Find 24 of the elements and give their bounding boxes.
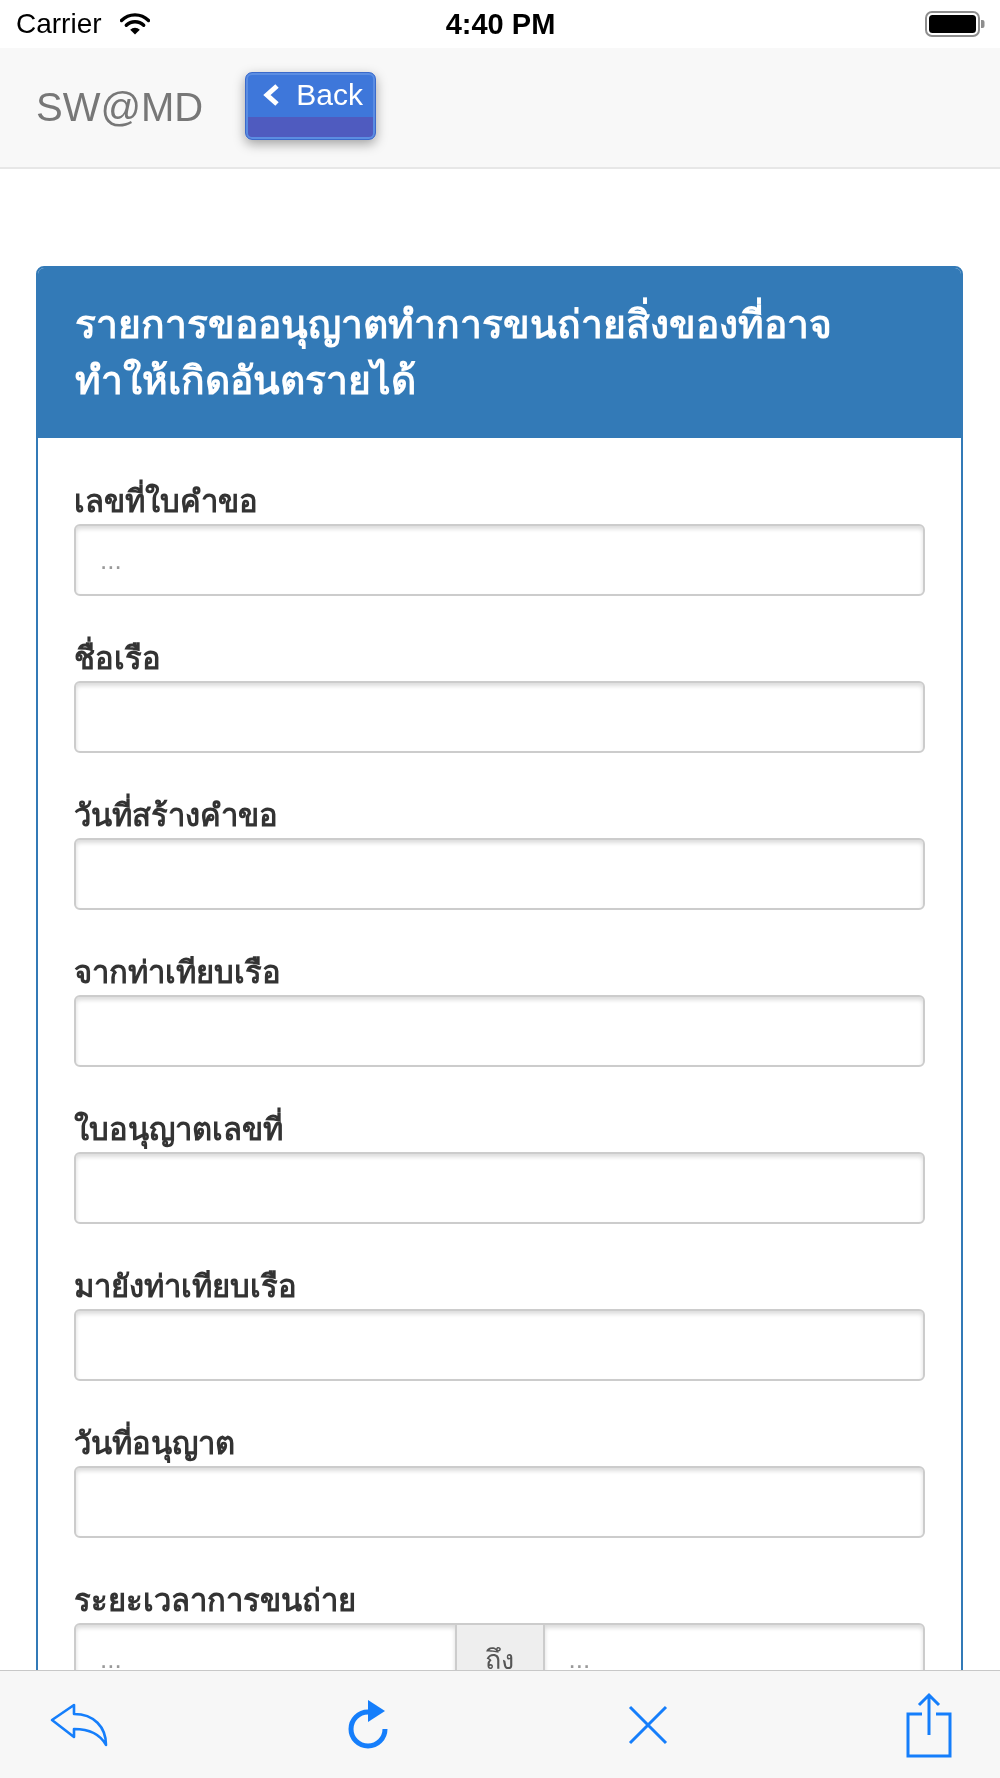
back-button[interactable]: Back xyxy=(245,71,376,140)
input-field[interactable] xyxy=(74,838,925,910)
field-label: มายังท่าเทียบเรือ xyxy=(74,1268,298,1306)
input-field[interactable] xyxy=(74,995,925,1067)
battery-icon xyxy=(925,11,985,37)
input-field[interactable] xyxy=(74,1309,925,1381)
reply-icon[interactable] xyxy=(50,1702,108,1747)
input-field[interactable]: ... xyxy=(74,1623,457,1670)
field-label: จากท่าเทียบเรือ xyxy=(74,954,282,992)
carrier-name: Carrier xyxy=(16,8,102,40)
close-icon[interactable] xyxy=(628,1704,668,1745)
share-icon[interactable] xyxy=(906,1691,952,1758)
range-separator: ถึง xyxy=(456,1623,543,1670)
input-field[interactable] xyxy=(74,1466,925,1538)
refresh-icon[interactable] xyxy=(346,1698,390,1751)
input-field[interactable]: ... xyxy=(74,524,925,596)
input-field[interactable] xyxy=(74,681,925,753)
wifi-icon xyxy=(119,13,150,35)
input-field[interactable] xyxy=(74,1152,925,1224)
field-label: ระยะเวลาการขนถ่าย xyxy=(74,1582,357,1620)
panel-title: รายการขออนุญาตทำการขนถ่ายสิ่งของที่อาจทำให้เกิดอันตรายได้ xyxy=(75,297,885,409)
clock-time: 4:40 PM xyxy=(445,7,556,41)
input-field[interactable]: ... xyxy=(542,1623,925,1670)
brand-title[interactable]: SW@MD xyxy=(36,85,204,130)
